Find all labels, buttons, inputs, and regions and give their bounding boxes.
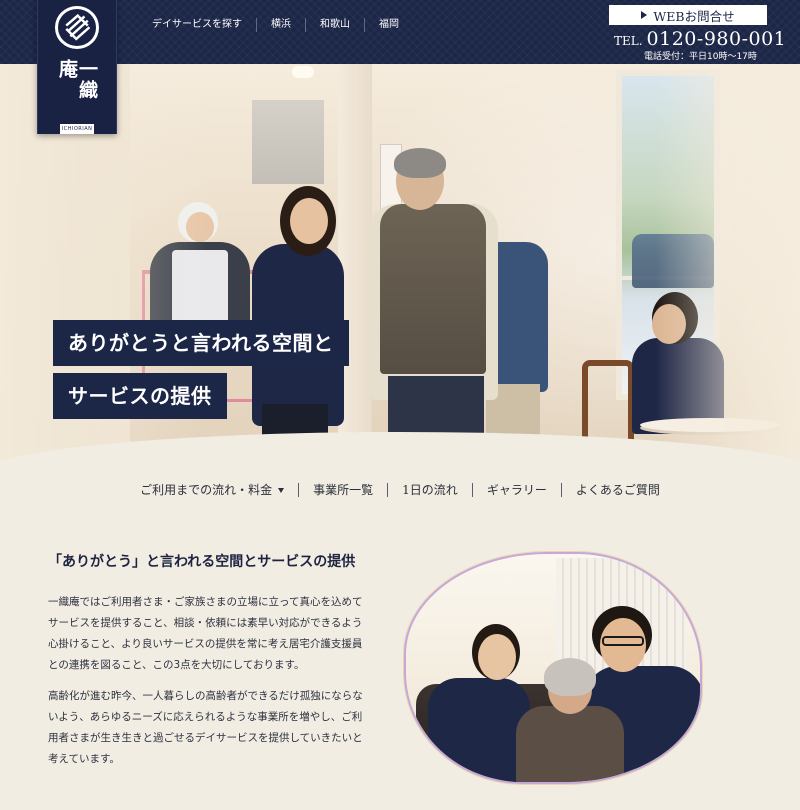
- triangle-right-icon: [641, 11, 648, 19]
- tel-number: 0120-980-001: [646, 28, 787, 50]
- subnav-item-label: ご利用までの流れ・料金: [140, 483, 273, 497]
- woven-logo-icon: [55, 6, 99, 49]
- subnav-item-daily-flow[interactable]: 1日の流れ: [387, 483, 472, 497]
- photo-female-staff-body: [428, 678, 530, 782]
- intro-photo: [404, 552, 702, 784]
- site-header: デイサービスを探す 横浜 和歌山 福岡 WEBお問合せ TEL. 0120-98…: [0, 0, 800, 64]
- top-nav: デイサービスを探す 横浜 和歌山 福岡: [138, 18, 413, 32]
- topnav-item-yokohama[interactable]: 横浜: [256, 18, 305, 32]
- subnav-item-flow-pricing[interactable]: ご利用までの流れ・料金: [126, 483, 298, 497]
- subnav-item-gallery[interactable]: ギャラリー: [471, 483, 561, 497]
- chevron-down-icon: [278, 487, 285, 493]
- photo-elder-body: [516, 706, 624, 782]
- hero-tagline-line2: サービスの提供: [53, 373, 227, 419]
- sub-nav: ご利用までの流れ・料金 事業所一覧 1日の流れ ギャラリー よくあるご質問: [0, 478, 800, 502]
- topnav-item-find-dayservice[interactable]: デイサービスを探す: [138, 18, 256, 32]
- photo-glasses: [602, 636, 644, 646]
- site-logo[interactable]: 一織庵 ICHIORIAN: [37, 0, 117, 134]
- tel-label: TEL.: [614, 34, 643, 48]
- intro-title: 「ありがとう」と言われる空間とサービスの提供: [48, 554, 356, 570]
- web-contact-button[interactable]: WEBお問合せ: [609, 5, 767, 25]
- hero-tagline-line1: ありがとうと言われる空間と: [53, 320, 349, 366]
- topnav-item-fukuoka[interactable]: 福岡: [364, 18, 413, 32]
- logo-text: 一織庵: [56, 58, 98, 101]
- photo-female-staff-face: [478, 634, 516, 680]
- phone-hours: 電話受付：平日10時～17時: [644, 52, 757, 62]
- logo-subtext: ICHIORIAN: [59, 124, 95, 134]
- phone-number[interactable]: TEL. 0120-980-001: [614, 28, 786, 50]
- intro-paragraph-1: 一織庵ではご利用者さま・ご家族さまの立場に立って真心を込めてサービスを提供するこ…: [48, 596, 363, 671]
- photo-elder-hair: [544, 658, 596, 696]
- subnav-item-faq[interactable]: よくあるご質問: [560, 483, 674, 497]
- subnav-item-offices[interactable]: 事業所一覧: [298, 483, 387, 497]
- intro-paragraph-2: 高齢化が進む昨今、一人暮らしの高齢者ができるだけ孤独にならないよう、あらゆるニー…: [48, 690, 363, 765]
- topnav-item-wakayama[interactable]: 和歌山: [305, 18, 364, 32]
- web-contact-label: WEBお問合せ: [653, 8, 735, 24]
